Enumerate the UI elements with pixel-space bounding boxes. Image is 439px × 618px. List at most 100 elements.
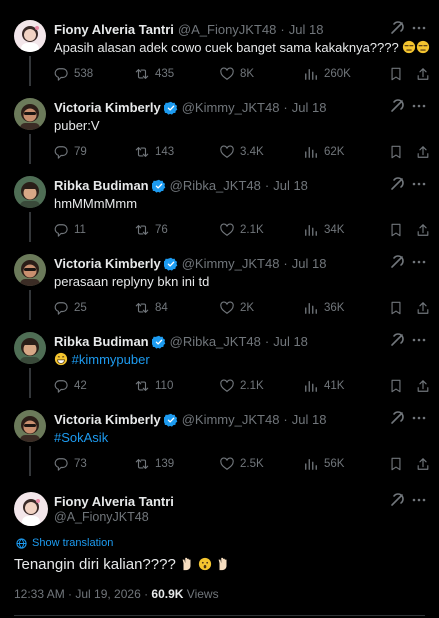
show-translation-label: Show translation	[32, 537, 114, 549]
tweet-meta: 12:33 AM · Jul 19, 2026 · 60.9K Views	[14, 587, 219, 601]
more-icon[interactable]	[411, 20, 427, 36]
divider	[14, 615, 425, 616]
raised-hand-emoji	[180, 556, 198, 573]
thread-line	[29, 446, 31, 476]
tweet-text: perasaan replyny bkn ini td	[54, 274, 209, 289]
grinning-face-emoji	[54, 352, 68, 367]
tweet-header: Victoria Kimberly @Kimmy_JKT48 · Jul 18	[54, 256, 379, 271]
tweet-text: Tenangin diri kalian????	[14, 556, 230, 573]
reply-tweet[interactable]: Victoria Kimberly @Kimmy_JKT48 · Jul 18 pube…	[0, 78, 439, 164]
author-handle[interactable]: @Ribka_JKT48	[170, 178, 261, 193]
grok-icon[interactable]	[389, 254, 405, 270]
retweet-button[interactable]: 139	[135, 456, 174, 472]
tweet-header: Ribka Budiman @Ribka_JKT48 · Jul 18	[54, 178, 379, 193]
grok-icon[interactable]	[389, 332, 405, 348]
tweet-time[interactable]: Jul 18	[292, 100, 327, 115]
unamused-face-emoji	[416, 40, 430, 55]
tweet-time[interactable]: Jul 18	[289, 22, 324, 37]
grok-icon[interactable]	[389, 410, 405, 426]
reply-tweet[interactable]: Ribka Budiman @Ribka_JKT48 · Jul 18 hmMMmMmm…	[0, 156, 439, 242]
more-icon[interactable]	[411, 98, 427, 114]
tweet-text: Apasih alasan adek cowo cuek banget sama…	[54, 40, 430, 55]
tweet-text-content: Apasih alasan adek cowo cuek banget sama…	[54, 40, 399, 55]
views-button[interactable]: 56K	[304, 456, 344, 472]
separator-dot: ·	[264, 178, 270, 193]
author-name[interactable]: Fiony Alveria Tantri	[54, 22, 174, 37]
tweet-text-content: puber:V	[54, 118, 100, 133]
tweet-actions: 73 139 2.5K 56K	[54, 456, 429, 472]
author-handle[interactable]: @A_FionyJKT48	[54, 510, 149, 524]
author-handle[interactable]: @A_FionyJKT48	[178, 22, 276, 37]
share-button[interactable]	[416, 456, 436, 472]
reply-button[interactable]: 73	[54, 456, 87, 472]
more-icon[interactable]	[411, 492, 427, 508]
author-name[interactable]: Fiony Alveria Tantri	[54, 494, 174, 509]
author-name[interactable]: Ribka Budiman	[54, 178, 149, 193]
author-handle[interactable]: @Kimmy_JKT48	[182, 412, 280, 427]
reply-count: 73	[74, 458, 87, 470]
grok-icon[interactable]	[389, 492, 405, 508]
author-handle[interactable]: @Kimmy_JKT48	[182, 100, 280, 115]
author-name[interactable]: Victoria Kimberly	[54, 100, 161, 115]
like-count: 2.5K	[240, 458, 264, 470]
tweet-time[interactable]: Jul 18	[273, 178, 308, 193]
views-count: 56K	[324, 458, 345, 470]
grok-icon[interactable]	[389, 176, 405, 192]
avatar[interactable]	[14, 176, 46, 208]
bookmark-button[interactable]	[389, 456, 409, 472]
views-count: 60.9K	[151, 587, 184, 601]
verified-badge-icon	[151, 335, 165, 349]
more-icon[interactable]	[411, 332, 427, 348]
show-translation-link[interactable]: Show translation	[16, 537, 113, 549]
author-name[interactable]: Victoria Kimberly	[54, 256, 161, 271]
tweet-text: #SokAsik	[54, 430, 108, 445]
grok-icon[interactable]	[389, 20, 405, 36]
reply-tweet[interactable]: Victoria Kimberly @Kimmy_JKT48 · Jul 18 #Sok…	[0, 390, 439, 476]
tweet-header: Victoria Kimberly @Kimmy_JKT48 · Jul 18	[54, 100, 379, 115]
author-name[interactable]: Ribka Budiman	[54, 334, 149, 349]
reply-tweet[interactable]: Ribka Budiman @Ribka_JKT48 · Jul 18 #kimmyp…	[0, 312, 439, 398]
avatar[interactable]	[14, 98, 46, 130]
author-handle[interactable]: @Kimmy_JKT48	[182, 256, 280, 271]
tweet-text-content: perasaan replyny bkn ini td	[54, 274, 210, 289]
share-icon	[417, 458, 429, 470]
verified-badge-icon	[163, 257, 178, 271]
views-icon	[305, 458, 317, 470]
tweet-time[interactable]: Jul 18	[273, 334, 308, 349]
retweet-count: 139	[155, 458, 175, 470]
tweet-time[interactable]: Jul 18	[292, 412, 327, 427]
hashtag-link[interactable]: #kimmypuber	[72, 352, 150, 367]
hushed-face-emoji	[198, 556, 216, 573]
like-button[interactable]: 2.5K	[220, 456, 264, 472]
author-handle[interactable]: @Ribka_JKT48	[170, 334, 261, 349]
avatar[interactable]	[14, 410, 46, 442]
more-icon[interactable]	[411, 410, 427, 426]
avatar[interactable]	[14, 20, 46, 52]
reply-tweet[interactable]: Fiony Alveria Tantri @A_FionyJKT48 · Jul 18…	[0, 0, 439, 86]
separator-dot: ·	[280, 22, 285, 37]
tweet-time[interactable]: Jul 18	[292, 256, 327, 271]
focused-tweet: Fiony Alveria Tantri @A_FionyJKT48 Show …	[0, 480, 439, 618]
author-name[interactable]: Victoria Kimberly	[54, 412, 161, 427]
bookmark-icon	[391, 457, 401, 471]
conversation-thread: Fiony Alveria Tantri @A_FionyJKT48 · Jul 18…	[0, 0, 439, 476]
reply-icon	[54, 458, 68, 471]
avatar[interactable]	[14, 492, 48, 526]
separator-dot: ·	[283, 256, 288, 271]
reply-tweet[interactable]: Victoria Kimberly @Kimmy_JKT48 · Jul 18 pera…	[0, 234, 439, 320]
more-icon[interactable]	[411, 176, 427, 192]
tweet-text: puber:V	[54, 118, 100, 133]
avatar[interactable]	[14, 332, 46, 364]
unamused-face-emoji	[402, 40, 416, 55]
hashtag-link[interactable]: #SokAsik	[54, 430, 108, 445]
like-icon	[220, 457, 234, 470]
avatar[interactable]	[14, 254, 46, 286]
views-label: Views	[186, 587, 219, 601]
separator-dot: ·	[283, 100, 288, 115]
more-icon[interactable]	[411, 254, 427, 270]
grok-icon[interactable]	[389, 98, 405, 114]
tweet-date[interactable]: 12:33 AM · Jul 19, 2026 ·	[14, 587, 151, 601]
tweet-text: hmMMmMmm	[54, 196, 137, 211]
tweet-text-content: hmMMmMmm	[54, 196, 138, 211]
tweet-header: Fiony Alveria Tantri @A_FionyJKT48 · Jul 18	[54, 22, 379, 37]
